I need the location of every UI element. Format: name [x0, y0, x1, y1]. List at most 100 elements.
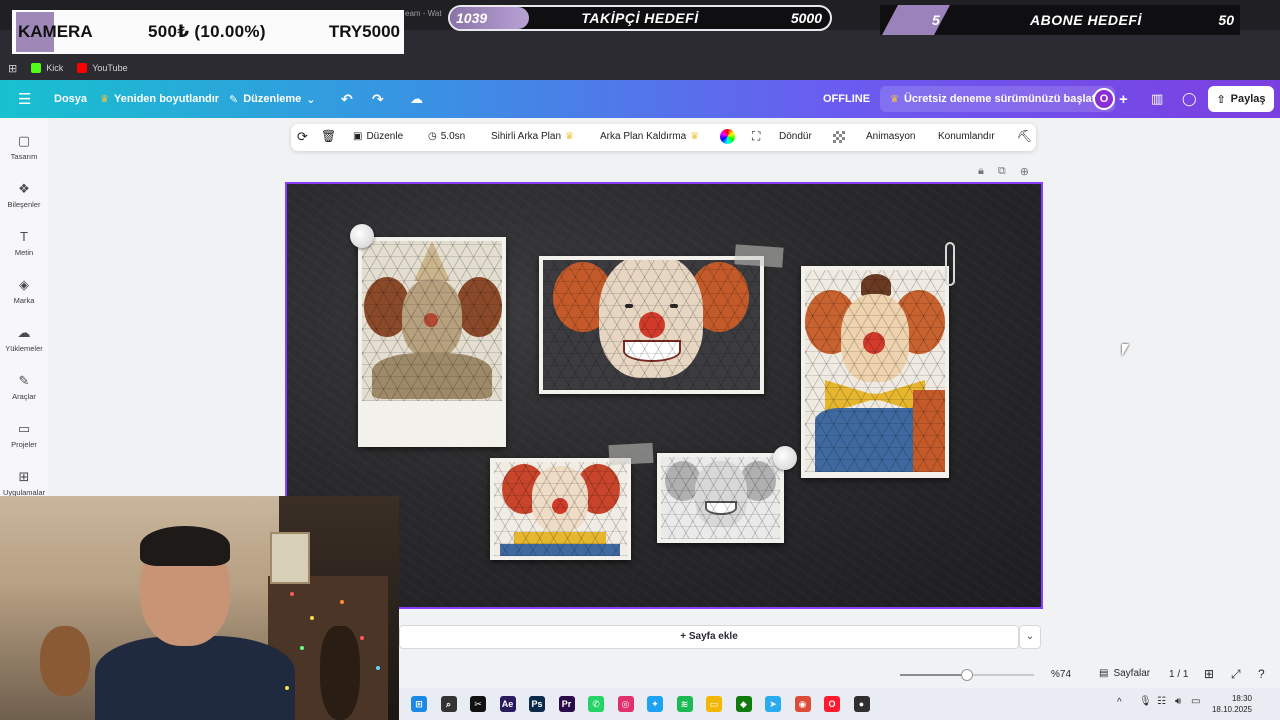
mouse-cursor — [1122, 344, 1129, 356]
obs-icon[interactable]: ● — [853, 696, 870, 712]
menu-hamburger-icon[interactable]: ☰ — [18, 90, 31, 108]
windows-start-icon[interactable]: ⊞ — [411, 696, 427, 712]
duration-button[interactable]: ◷ 5.0sn — [428, 131, 465, 142]
undo-icon[interactable]: ↶ — [341, 91, 353, 108]
network-icon[interactable]: ☷ — [1157, 696, 1166, 707]
avatar[interactable]: O — [1093, 88, 1115, 110]
bookmark-kick[interactable]: Kick — [31, 63, 63, 73]
sidebar-item-projects[interactable]: ▭ Projeler — [0, 422, 48, 450]
file-explorer-icon[interactable]: ▭ — [706, 696, 722, 712]
paint-roller-icon[interactable]: ⛏ — [1017, 129, 1032, 143]
search-icon[interactable]: ⌕ — [440, 696, 457, 712]
volume-icon[interactable]: 🔊︎ — [1175, 696, 1181, 707]
fullscreen-icon[interactable]: ⤢ — [1231, 667, 1241, 682]
zoom-slider-handle[interactable] — [961, 669, 973, 681]
chrome-icon[interactable]: ◉ — [794, 696, 811, 712]
duplicate-page-icon[interactable]: ⧉ — [998, 165, 1006, 178]
clown-photo-cone-hat[interactable] — [358, 237, 506, 447]
rotate-button[interactable]: Döndür — [779, 131, 812, 142]
clock-date: 18.10.2025 — [1211, 705, 1252, 714]
grid-view-icon[interactable]: ⊞ — [1204, 667, 1214, 681]
taskbar-clock[interactable]: 18:30 18.10.2025 — [1212, 693, 1252, 715]
animate-button[interactable]: Animasyon — [866, 131, 915, 142]
resize-button[interactable]: ♛ Yeniden boyutlandır — [100, 93, 219, 105]
help-icon[interactable]: ? — [1258, 667, 1265, 681]
clown-photo-smiling[interactable] — [539, 256, 764, 394]
sidebar-item-design[interactable]: ▢ Tasarım — [0, 134, 48, 162]
tray-chevron-icon[interactable]: ^ — [1117, 697, 1122, 708]
share-icon: ⇧ — [1216, 93, 1226, 106]
trial-label: Ücretsiz deneme sürümünüzü başlatın — [903, 93, 1106, 105]
capcut-icon[interactable]: ✂ — [470, 696, 486, 712]
sidebar-item-label: Marka — [13, 296, 35, 305]
sidebar-item-tools[interactable]: ✎ Araçlar — [0, 374, 48, 402]
spotify-icon[interactable]: ≋ — [676, 696, 693, 712]
editing-mode-label: Düzenleme — [243, 93, 302, 105]
add-page-options-chevron-icon[interactable]: ⌄ — [1019, 625, 1041, 649]
edit-image-button[interactable]: ▣ Düzenle — [353, 131, 403, 142]
sidebar-item-label: Yüklemeler — [5, 344, 43, 353]
add-page-icon[interactable]: ⊕ — [1020, 165, 1029, 178]
insights-chart-icon[interactable]: ▥ — [1151, 91, 1163, 107]
start-trial-button[interactable]: ♛ Ücretsiz deneme sürümünüzü başlatın — [880, 86, 1116, 112]
push-pin — [773, 446, 797, 470]
instagram-icon[interactable]: ◎ — [617, 696, 634, 712]
sidebar-item-elements[interactable]: ❖ Bileşenler — [0, 181, 48, 210]
upload-cloud-icon: ☁ — [17, 325, 31, 340]
share-button[interactable]: ⇧ Paylaş — [1208, 86, 1274, 112]
redo-icon[interactable]: ↷ — [372, 91, 384, 108]
goal-amount: 500₺ (10.00%) — [148, 22, 266, 41]
xbox-icon[interactable]: ◆ — [735, 696, 752, 712]
clown-image — [543, 260, 760, 390]
twitter-icon[interactable]: ✦ — [647, 696, 663, 712]
zoom-slider[interactable] — [900, 669, 1034, 681]
clown-photo-grey[interactable] — [657, 453, 784, 543]
apps-grid-icon[interactable]: ⊞ — [8, 62, 17, 75]
position-button[interactable]: Konumlandır — [938, 131, 995, 142]
tab-title[interactable]: eam - Wat — [405, 9, 442, 18]
clown-photo-red-hair[interactable] — [490, 458, 631, 560]
trash-icon[interactable]: 🗑 — [321, 129, 336, 143]
photoshop-icon[interactable]: Ps — [529, 696, 545, 712]
add-page-button[interactable]: + Sayfa ekle — [399, 625, 1019, 649]
sidebar-item-text[interactable]: T Metin — [0, 230, 48, 258]
replace-icon[interactable]: ⟳ — [297, 129, 308, 145]
follower-goal-overlay: 1039 TAKİPÇİ HEDEFİ 5000 — [448, 5, 832, 31]
microphone-icon[interactable]: 🎙︎ — [1139, 696, 1152, 707]
background-remover-button[interactable]: Arka Plan Kaldırma ♛ — [600, 131, 699, 142]
clown-photo-bowler-hat[interactable] — [801, 266, 949, 478]
editor-top-bar: ☰ Dosya ♛ Yeniden boyutlandır ✎ Düzenlem… — [0, 80, 1280, 118]
cloud-sync-icon[interactable]: ☁ — [410, 91, 423, 107]
color-picker-button[interactable] — [720, 129, 735, 144]
zoom-level[interactable]: %74 — [1051, 669, 1071, 680]
battery-icon[interactable]: ▭ — [1191, 696, 1200, 707]
add-collaborator-icon[interactable]: + — [1119, 91, 1128, 108]
transparency-icon — [833, 131, 845, 143]
after-effects-icon[interactable]: Ae — [499, 696, 516, 712]
comment-icon[interactable]: ◯ — [1182, 91, 1197, 107]
premiere-icon[interactable]: Pr — [558, 696, 575, 712]
elements-icon: ❖ — [18, 181, 30, 196]
whatsapp-icon[interactable]: ✆ — [588, 696, 604, 712]
transparency-button[interactable] — [833, 131, 845, 143]
bookmark-label: YouTube — [92, 63, 128, 73]
editing-mode-dropdown[interactable]: ✎ Düzenleme ⌄ — [229, 93, 316, 106]
sidebar-item-brand[interactable]: ◈ Marka — [0, 278, 48, 306]
clown-image — [362, 241, 502, 401]
webcam-overlay — [0, 496, 399, 720]
file-menu-button[interactable]: Dosya — [54, 93, 87, 105]
plush-monkey — [40, 626, 90, 696]
follower-goal-title: TAKİPÇİ HEDEFİ — [581, 10, 699, 26]
pages-button[interactable]: ▤ Sayfalar — [1099, 668, 1150, 679]
magic-background-button[interactable]: Sihirli Arka Plan ♛ — [491, 131, 574, 142]
sidebar-item-label: Uygulamalar — [2, 488, 46, 496]
opera-icon[interactable]: O — [824, 696, 840, 712]
subscriber-goal-title: ABONE HEDEFİ — [1030, 12, 1142, 28]
crop-icon[interactable]: ⛶ — [752, 129, 760, 144]
bookmark-youtube[interactable]: YouTube — [77, 63, 128, 73]
lock-icon[interactable]: 🔒︎ — [978, 165, 984, 178]
telegram-icon[interactable]: ➤ — [765, 696, 781, 712]
tape-strip — [734, 244, 784, 268]
sidebar-item-uploads[interactable]: ☁ Yüklemeler — [0, 325, 48, 354]
sidebar-item-apps[interactable]: ⊞ Uygulamalar — [0, 470, 48, 496]
